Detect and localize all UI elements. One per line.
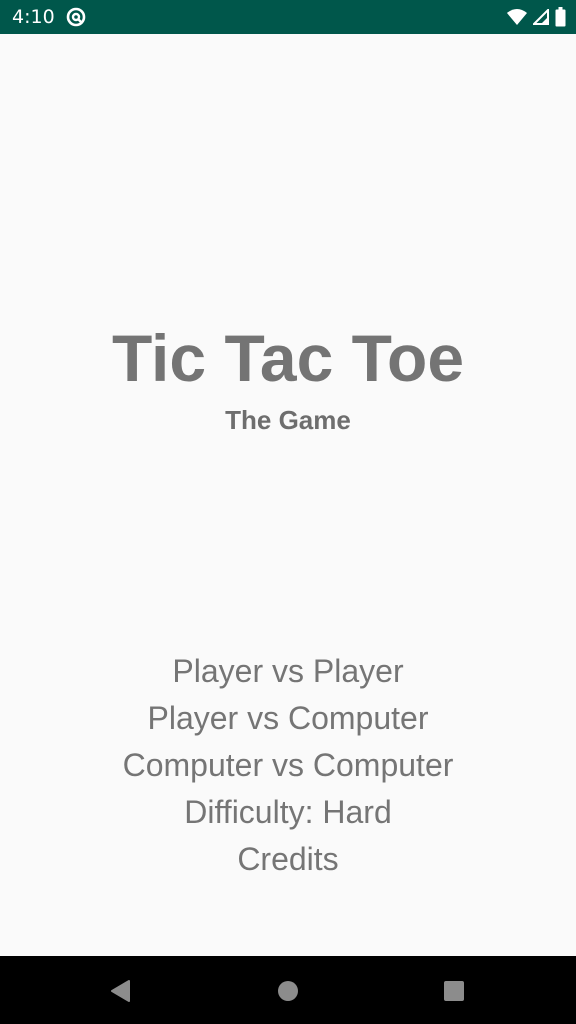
recents-square-icon[interactable]: [441, 978, 467, 1004]
menu-item-player-vs-player[interactable]: Player vs Player: [164, 648, 411, 695]
battery-icon: [555, 7, 566, 27]
main-screen: Tic Tac Toe The Game Player vs Player Pl…: [0, 34, 576, 956]
cell-signal-icon: [533, 9, 549, 25]
back-triangle-icon[interactable]: [107, 978, 133, 1004]
main-menu: Player vs Player Player vs Computer Comp…: [0, 648, 576, 883]
wifi-icon: [507, 8, 527, 26]
game-subtitle: The Game: [225, 405, 351, 435]
menu-item-credits[interactable]: Credits: [229, 836, 346, 883]
status-icons: [507, 6, 566, 28]
menu-item-difficulty[interactable]: Difficulty: Hard: [176, 789, 399, 836]
status-time: 4:10: [12, 6, 55, 28]
menu-item-computer-vs-computer[interactable]: Computer vs Computer: [115, 742, 462, 789]
status-bar: 4:10: [0, 0, 576, 34]
home-circle-icon[interactable]: [275, 978, 301, 1004]
game-title: Tic Tac Toe: [111, 321, 465, 395]
at-sign-icon: [66, 7, 86, 27]
navigation-bar: [0, 956, 576, 1024]
menu-item-player-vs-computer[interactable]: Player vs Computer: [140, 695, 437, 742]
